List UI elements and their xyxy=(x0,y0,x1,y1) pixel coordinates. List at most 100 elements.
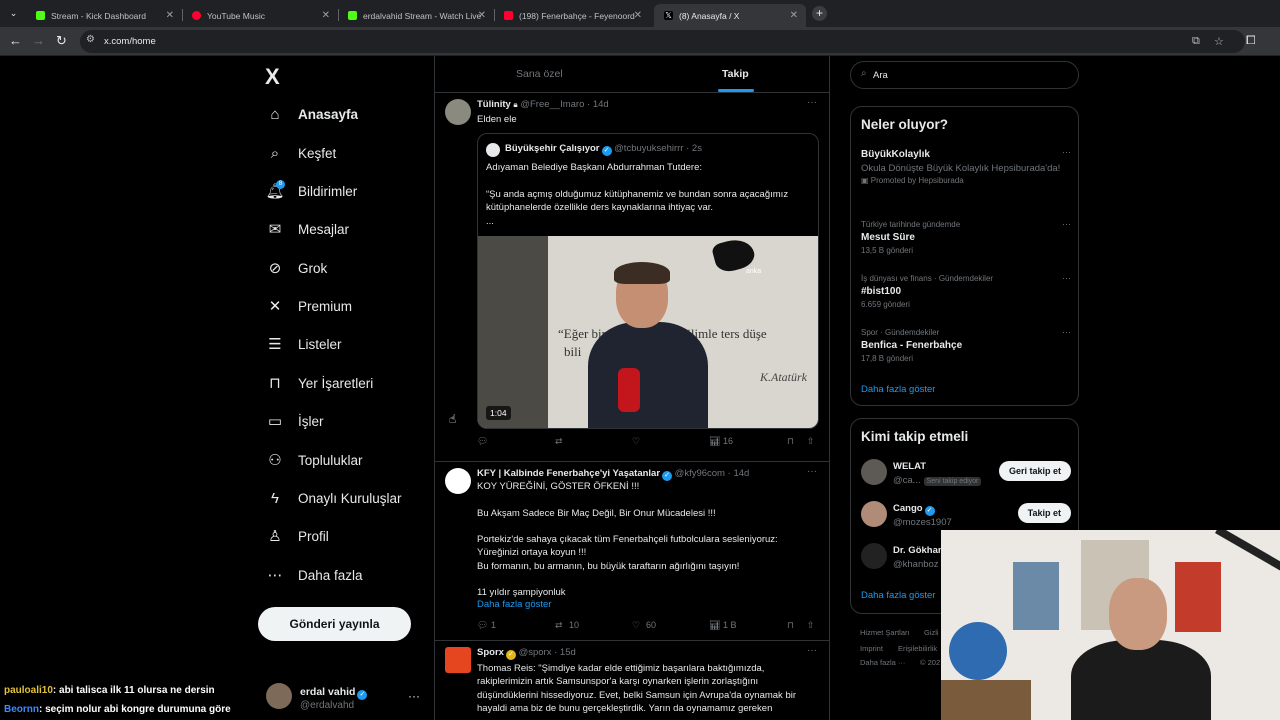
browser-toolbar: ← → ↻ ⚙ x.com/home ⧉ ☆ xyxy=(0,27,1280,56)
footer-link[interactable]: Gizli xyxy=(924,628,939,637)
tweet[interactable]: Tülinity 🔒︎ @Free__Imaro · 14d ··· Elden… xyxy=(435,93,829,462)
extensions-icon[interactable]: ⧠ xyxy=(1246,33,1256,48)
tweet-actions: 💬︎ 1 ⇄ 10 ♡ 60 📊︎ 1 B ⊓ ⇧ xyxy=(477,620,822,634)
who-to-follow-show-more-link[interactable]: Daha fazla göster xyxy=(861,590,935,601)
more-icon[interactable]: ··· xyxy=(1062,273,1071,283)
tweet-time[interactable]: 15d xyxy=(560,647,576,658)
tab-following[interactable]: Takip xyxy=(722,68,749,80)
footer-link[interactable]: Imprint xyxy=(860,644,883,653)
avatar[interactable] xyxy=(445,647,471,673)
bookmark-icon[interactable]: ⊓ xyxy=(787,620,794,631)
forward-icon[interactable]: → xyxy=(32,33,45,49)
author-handle[interactable]: @Free__Imaro xyxy=(520,99,584,110)
footer-link[interactable]: Daha fazla ··· xyxy=(860,658,905,667)
trend-item[interactable]: BüyükKolaylık Okula Dönüşte Büyük Kolayl… xyxy=(861,147,1071,186)
trend-item[interactable]: Spor · Gündemdekiler Benfica - Fenerbahç… xyxy=(861,327,1071,364)
like-icon[interactable]: ♡ xyxy=(632,620,640,631)
browser-tab-0[interactable]: Stream - Kick Dashboard ✕ xyxy=(26,4,182,27)
video-player[interactable]: “Eğer bir nim sözlerim bilimle ters düşe… xyxy=(478,236,818,428)
share-icon[interactable]: ⇧ xyxy=(807,620,815,631)
author-name[interactable]: Tülinity xyxy=(477,99,511,110)
quoted-tweet[interactable]: Büyükşehir Çalışıyor ✓ @tcbuyuksehirrr · … xyxy=(477,133,819,429)
retweet-icon[interactable]: ⇄ xyxy=(555,436,563,447)
reply-icon[interactable]: 💬︎ xyxy=(477,620,488,631)
more-icon[interactable]: ··· xyxy=(807,97,817,108)
share-icon[interactable]: ⇧ xyxy=(807,436,815,447)
footer-link[interactable]: Hizmet Şartları xyxy=(860,628,910,637)
show-more-link[interactable]: Daha fazla göster xyxy=(477,598,817,611)
tweet-time[interactable]: 14d xyxy=(593,99,609,110)
sidebar-item-communities[interactable]: ⚇ Topluluklar xyxy=(258,443,362,477)
sidebar-item-jobs[interactable]: ▭ İşler xyxy=(258,404,324,438)
avatar[interactable] xyxy=(445,468,471,494)
follow-back-button[interactable]: Geri takip et xyxy=(998,461,1071,481)
sidebar-item-grok[interactable]: ⊘ Grok xyxy=(258,251,328,285)
author-handle[interactable]: @sporx xyxy=(519,647,552,658)
new-tab-button[interactable]: + xyxy=(812,6,827,21)
account-switcher[interactable]: erdal vahid ✓ @erdalvahd ··· xyxy=(266,683,426,715)
reply-icon[interactable]: 💬︎ xyxy=(477,436,488,447)
back-icon[interactable]: ← xyxy=(9,33,22,49)
close-icon[interactable]: ✕ xyxy=(478,10,486,21)
close-icon[interactable]: ✕ xyxy=(166,10,174,21)
more-icon[interactable]: ··· xyxy=(408,689,420,703)
more-icon[interactable]: ··· xyxy=(807,466,817,477)
site-info-icon[interactable]: ⚙ xyxy=(86,34,95,45)
browser-tab-3[interactable]: (198) Fenerbahçe - Feyenoord ✕ xyxy=(494,4,650,27)
avatar[interactable] xyxy=(445,99,471,125)
browser-tab-2[interactable]: erdalvahid Stream - Watch Live ✕ xyxy=(338,4,494,27)
close-icon[interactable]: ✕ xyxy=(634,10,642,21)
more-icon[interactable]: ··· xyxy=(1062,219,1071,229)
sidebar-item-verified-orgs[interactable]: ϟ Onaylı Kuruluşlar xyxy=(258,481,402,515)
like-icon[interactable]: ♡ xyxy=(632,436,640,447)
views-icon[interactable]: 📊︎ xyxy=(709,620,720,631)
sidebar-item-explore[interactable]: ⌕ Keşfet xyxy=(258,136,336,170)
x-logo-icon[interactable]: X xyxy=(265,64,280,90)
sidebar-item-profile[interactable]: ♙ Profil xyxy=(258,519,329,553)
browser-tab-4[interactable]: 𝕏 (8) Anasayfa / X ✕ xyxy=(654,4,806,27)
sidebar-item-premium[interactable]: ✕ Premium xyxy=(258,289,352,323)
bookmark-star-icon[interactable]: ☆ xyxy=(1214,35,1224,48)
sidebar-item-home[interactable]: ⌂ Anasayfa xyxy=(258,97,358,131)
tab-search-icon[interactable]: ⌄ xyxy=(6,6,21,21)
views-icon[interactable]: 📊︎ xyxy=(709,436,720,447)
author-name[interactable]: KFY | Kalbinde Fenerbahçe'yi Yaşatanlar xyxy=(477,468,660,479)
tab-for-you[interactable]: Sana özel xyxy=(516,68,563,80)
post-button[interactable]: Gönderi yayınla xyxy=(258,607,411,641)
tweet[interactable]: Sporx ✓ @sporx · 15d ··· Thomas Reis: "Şi… xyxy=(435,641,829,720)
author-name[interactable]: Sporx xyxy=(477,647,504,658)
trends-show-more-link[interactable]: Daha fazla göster xyxy=(861,384,935,395)
bookmark-icon[interactable]: ⊓ xyxy=(787,436,794,447)
trend-item[interactable]: İş dünyası ve finans · Gündemdekiler #bi… xyxy=(861,273,1071,310)
close-icon[interactable]: ✕ xyxy=(790,10,798,21)
trend-item[interactable]: Türkiye tarihinde gündemde Mesut Süre 13… xyxy=(861,219,1071,256)
browser-tab-1[interactable]: YouTube Music ✕ xyxy=(182,4,338,27)
browser-tab-title: (8) Anasayfa / X xyxy=(679,10,740,21)
more-icon[interactable]: ··· xyxy=(1062,327,1071,337)
sidebar-item-bookmarks[interactable]: ⊓ Yer İşaretleri xyxy=(258,366,373,400)
sidebar-item-notifications[interactable]: 🔔︎ Bildirimler xyxy=(258,174,357,208)
footer-link[interactable]: Erişilebilirlik xyxy=(898,644,937,653)
sidebar-item-messages[interactable]: ✉ Mesajlar xyxy=(258,212,349,246)
author-handle[interactable]: @kfy96com xyxy=(675,468,725,479)
sidebar-item-label: İşler xyxy=(298,413,324,429)
more-icon[interactable]: ··· xyxy=(1062,147,1071,157)
suggestion-handle: @ca... Seni takip ediyor xyxy=(893,475,982,486)
sidebar-item-lists[interactable]: ☰ Listeler xyxy=(258,327,341,361)
follow-button[interactable]: Takip et xyxy=(1017,503,1071,523)
reload-icon[interactable]: ↻ xyxy=(56,33,67,49)
trend-name: Benfica - Fenerbahçe xyxy=(861,340,963,351)
close-icon[interactable]: ✕ xyxy=(322,10,330,21)
tweet[interactable]: KFY | Kalbinde Fenerbahçe'yi Yaşatanlar ✓… xyxy=(435,462,829,641)
tweet-time[interactable]: 14d xyxy=(733,468,749,479)
address-bar[interactable]: ⚙ x.com/home ⧉ ☆ xyxy=(80,30,1245,53)
chat-message: Beornn: seçim nolur abi kongre durumuna … xyxy=(4,704,231,715)
follow-suggestion[interactable]: Cango ✓ @mozes1907 Takip et xyxy=(861,501,1071,531)
retweet-icon[interactable]: ⇄ xyxy=(555,620,563,631)
globe-icon xyxy=(949,622,1007,680)
install-app-icon[interactable]: ⧉ xyxy=(1192,35,1200,48)
search-input[interactable]: ⌕ Ara xyxy=(850,61,1079,89)
more-icon[interactable]: ··· xyxy=(807,645,817,656)
follow-suggestion[interactable]: WELAT @ca... Seni takip ediyor Geri takip… xyxy=(861,459,1071,489)
sidebar-item-more[interactable]: ⋯ Daha fazla xyxy=(258,558,363,592)
